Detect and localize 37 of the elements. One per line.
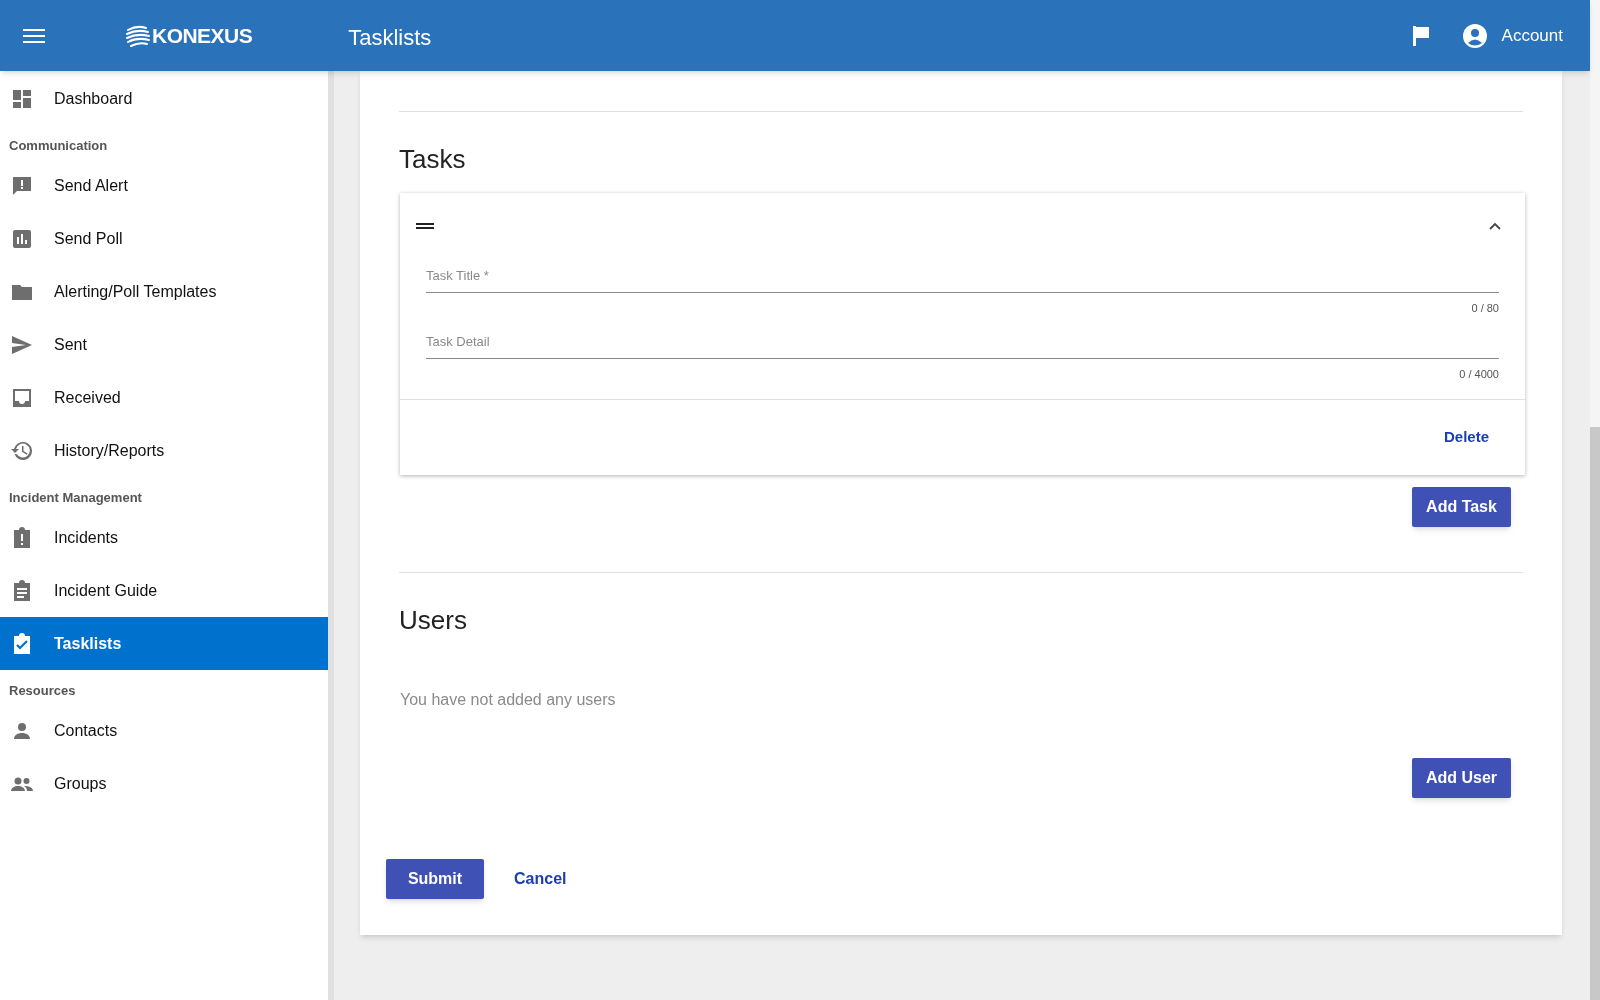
sidebar-item[interactable]: Incident Guide: [0, 564, 328, 617]
sidebar-item[interactable]: Alerting/Poll Templates: [0, 265, 328, 318]
section-label: Incident Management: [8, 488, 143, 507]
add-task-button[interactable]: Add Task: [1412, 487, 1511, 527]
sidebar-item[interactable]: History/Reports: [0, 424, 328, 477]
sidebar-item[interactable]: Send Alert: [0, 159, 328, 212]
logo-icon: [125, 23, 151, 48]
scrollbar[interactable]: [1590, 0, 1600, 1000]
section-label: Communication: [8, 136, 109, 155]
empty-message: You have not added any users: [400, 690, 617, 710]
logo-text: KONEXUS: [152, 22, 253, 49]
section-label: Resources: [8, 681, 77, 700]
menu-icon[interactable]: [23, 27, 45, 44]
sidebar-item[interactable]: Incidents: [0, 511, 328, 564]
sidebar-item[interactable]: Dashboard: [0, 72, 328, 125]
chevron-up-icon[interactable]: [1489, 222, 1501, 230]
page-title: Tasklists: [348, 24, 432, 52]
flag-icon[interactable]: [1411, 25, 1430, 46]
cancel-button[interactable]: Cancel: [513, 867, 568, 891]
sidebar-item[interactable]: Sent: [0, 318, 328, 371]
account-icon: [1462, 23, 1487, 48]
submit-button[interactable]: Submit: [386, 859, 484, 899]
sidebar-item[interactable]: Contacts: [0, 704, 328, 757]
account-button[interactable]: Account: [1462, 22, 1563, 49]
character-counter: 0 / 80: [1471, 301, 1499, 316]
text-field[interactable]: Task Title *: [426, 259, 1499, 293]
delete-button[interactable]: Delete: [1443, 426, 1489, 449]
sidebar-item[interactable]: Tasklists: [0, 617, 328, 670]
section-heading: Tasks: [399, 143, 467, 176]
sidebar-item[interactable]: Received: [0, 371, 328, 424]
character-counter: 0 / 4000: [1459, 366, 1499, 382]
drag-handle-icon[interactable]: [416, 223, 434, 229]
add-user-button[interactable]: Add User: [1412, 758, 1511, 798]
text-field[interactable]: Task Detail: [426, 324, 1499, 359]
sidebar-item[interactable]: Groups: [0, 757, 328, 810]
sidebar-item[interactable]: Send Poll: [0, 212, 328, 265]
section-heading: Users: [399, 604, 468, 637]
